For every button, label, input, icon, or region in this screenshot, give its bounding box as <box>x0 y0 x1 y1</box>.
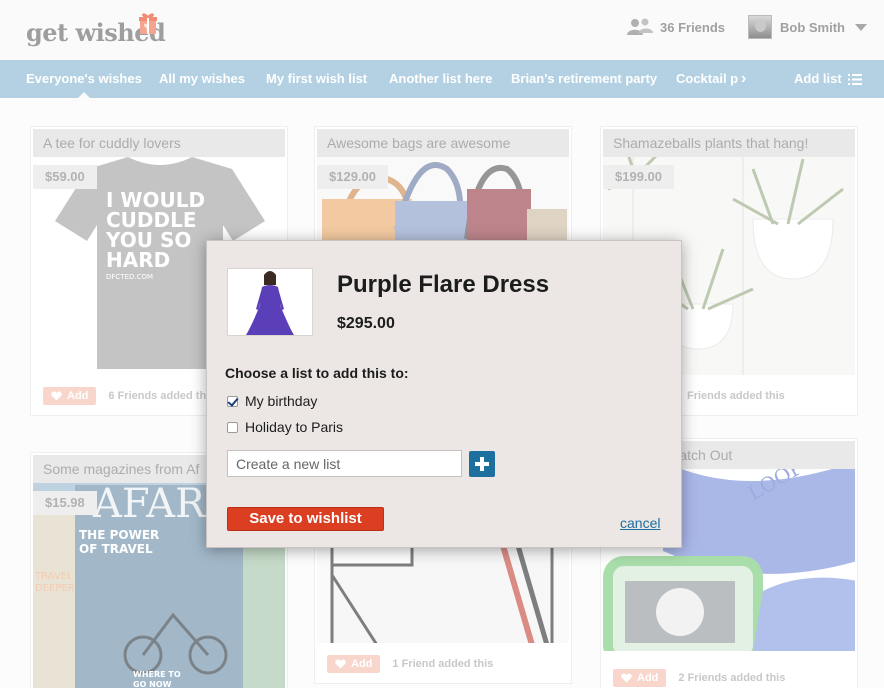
user-menu[interactable]: Bob Smith <box>748 14 867 40</box>
product-price: $295.00 <box>337 315 395 332</box>
product-name: Purple Flare Dress <box>337 271 550 298</box>
cancel-link[interactable]: cancel <box>620 515 660 531</box>
tab-everyones-wishes[interactable]: Everyone's wishes <box>26 60 142 99</box>
add-to-wishlist-dialog: Purple Flare Dress $295.00 Choose a list… <box>206 240 682 548</box>
gift-icon <box>139 13 157 34</box>
friends-link[interactable]: 36 Friends <box>626 16 725 38</box>
save-to-wishlist-button[interactable]: Save to wishlist <box>227 507 384 531</box>
list-option-label: Holiday to Paris <box>245 419 344 435</box>
header: get wished 36 Friends Bob Smith <box>0 0 884 60</box>
dress-image <box>246 271 294 335</box>
list-option-my-birthday[interactable]: My birthday <box>227 392 317 410</box>
add-new-list-button[interactable] <box>469 451 495 477</box>
list-option-label: My birthday <box>245 393 318 409</box>
tab-another-list[interactable]: Another list here <box>389 60 492 98</box>
list-option-holiday-to-paris[interactable]: Holiday to Paris <box>227 418 343 436</box>
list-tabs-bar: Everyone's wishes All my wishes My first… <box>0 60 884 99</box>
avatar <box>748 15 772 39</box>
tab-brians-retirement-party[interactable]: Brian's retirement party <box>511 60 657 98</box>
checkbox-unchecked[interactable] <box>227 421 238 433</box>
friends-count: 36 Friends <box>660 19 726 35</box>
tab-all-my-wishes[interactable]: All my wishes <box>159 60 245 98</box>
new-list-input[interactable] <box>227 450 462 477</box>
friends-icon <box>627 18 653 35</box>
add-list-button[interactable]: Add list <box>794 60 862 98</box>
chevron-down-icon <box>855 23 867 31</box>
list-icon <box>847 73 862 85</box>
tabs-next-arrow[interactable]: › <box>741 60 746 98</box>
tab-cocktail-clip: Cocktail p <box>676 60 738 98</box>
product-thumbnail <box>227 268 313 336</box>
choose-list-label: Choose a list to add this to: <box>225 365 409 381</box>
add-list-label: Add list <box>794 71 842 86</box>
tab-cocktail[interactable]: Cocktail p <box>676 60 738 98</box>
user-name: Bob Smith <box>780 19 845 35</box>
tab-my-first-wish-list[interactable]: My first wish list <box>266 60 367 98</box>
checkbox-checked[interactable] <box>227 395 238 407</box>
